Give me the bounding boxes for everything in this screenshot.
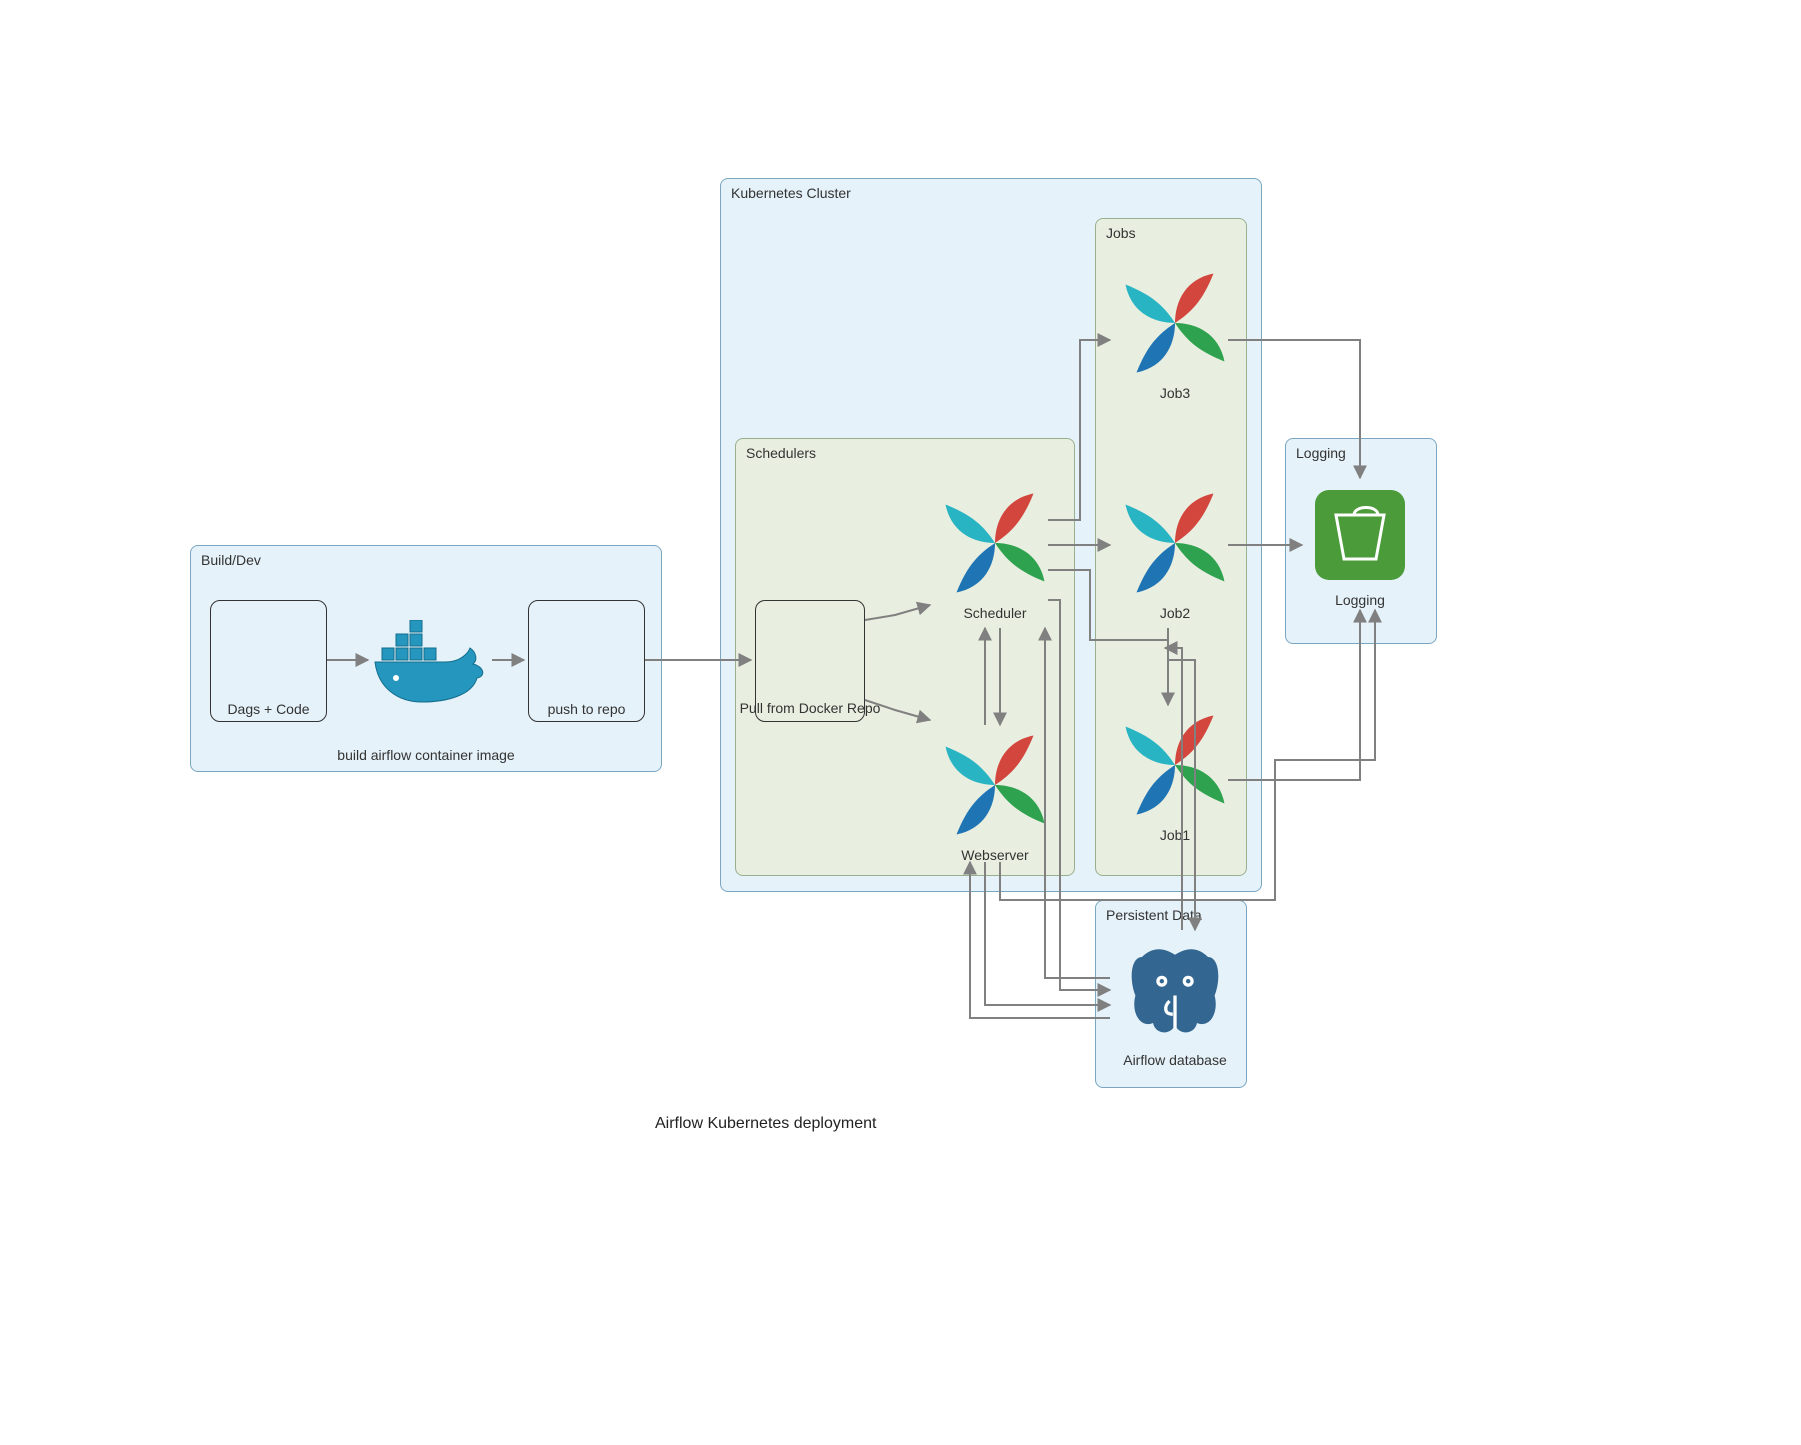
node-job3-label: Job3 bbox=[1115, 385, 1235, 401]
cluster-build-dev-label: Build/Dev bbox=[201, 552, 261, 568]
cluster-jobs-label: Jobs bbox=[1106, 225, 1136, 241]
node-airflow-db-label: Airflow database bbox=[1115, 1052, 1235, 1068]
node-scheduler-label: Scheduler bbox=[935, 605, 1055, 621]
node-scheduler: Scheduler bbox=[935, 488, 1055, 621]
node-dags-code: Dags + Code bbox=[210, 600, 327, 722]
node-push-to-repo-label: push to repo bbox=[529, 701, 644, 717]
node-dags-code-label: Dags + Code bbox=[211, 701, 326, 717]
node-airflow-db: Airflow database bbox=[1115, 935, 1235, 1068]
cluster-logging-label: Logging bbox=[1296, 445, 1346, 461]
cluster-build-dev-caption: build airflow container image bbox=[191, 747, 661, 763]
diagram-title: Airflow Kubernetes deployment bbox=[655, 1115, 876, 1133]
node-pull-from-repo-label: Pull from Docker Repo bbox=[720, 700, 900, 716]
cluster-kubernetes-label: Kubernetes Cluster bbox=[731, 185, 851, 201]
node-job1-label: Job1 bbox=[1115, 827, 1235, 843]
node-job2-label: Job2 bbox=[1115, 605, 1235, 621]
cluster-persistent-label: Persistent Data bbox=[1106, 907, 1202, 923]
node-job1: Job1 bbox=[1115, 710, 1235, 843]
diagram-canvas: Build/Dev build airflow container image … bbox=[0, 0, 1801, 1445]
node-job2: Job2 bbox=[1115, 488, 1235, 621]
node-logging-label: Logging bbox=[1310, 592, 1410, 608]
node-webserver: Webserver bbox=[935, 730, 1055, 863]
node-push-to-repo: push to repo bbox=[528, 600, 645, 722]
node-logging: Logging bbox=[1310, 485, 1410, 608]
docker-icon bbox=[370, 620, 490, 708]
cluster-schedulers-label: Schedulers bbox=[746, 445, 816, 461]
node-job3: Job3 bbox=[1115, 268, 1235, 401]
node-webserver-label: Webserver bbox=[935, 847, 1055, 863]
